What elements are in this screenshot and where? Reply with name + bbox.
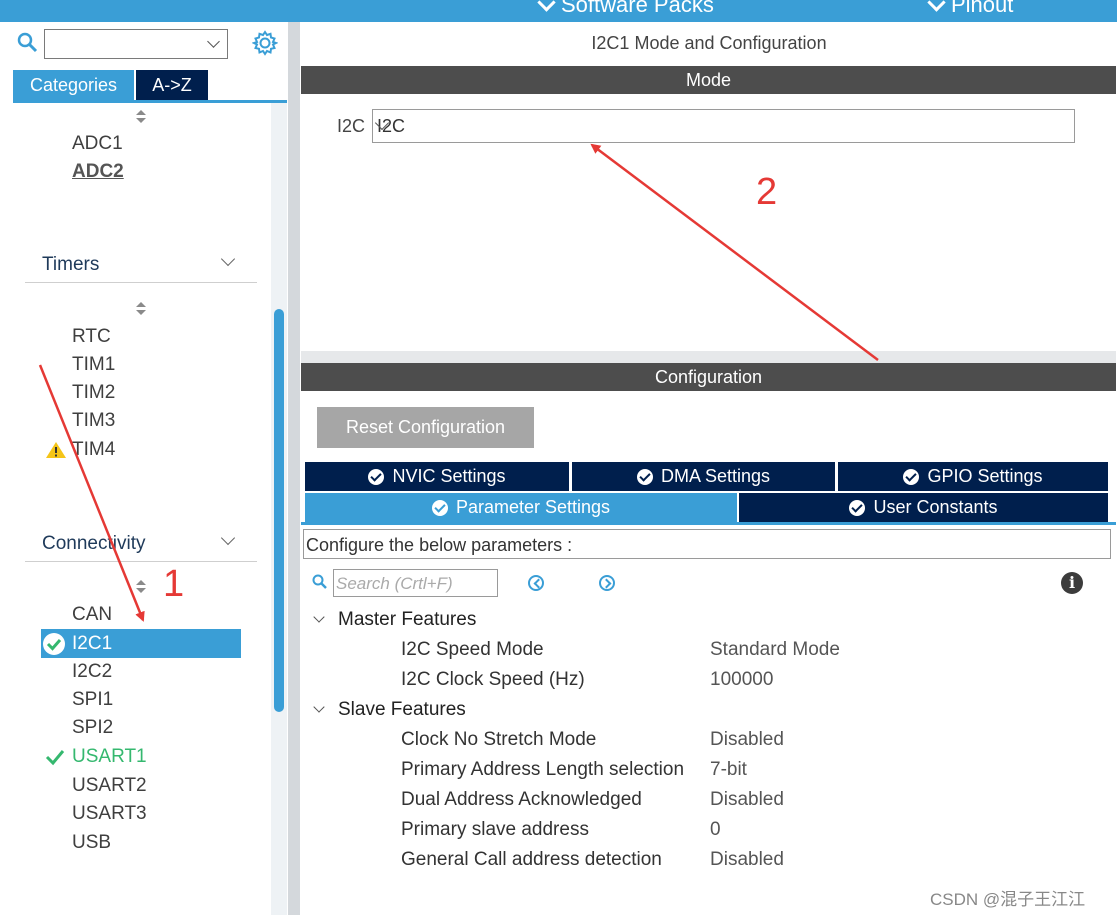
- annotation-number-1: 1: [163, 563, 185, 605]
- list-item-i2c2[interactable]: I2C2: [72, 661, 112, 683]
- tab-user-constants-label: User Constants: [873, 497, 998, 517]
- tab-gpio-settings-label: GPIO Settings: [927, 466, 1043, 486]
- tab-parameter-settings[interactable]: Parameter Settings: [305, 493, 737, 522]
- menu-pinout-label: Pinout: [951, 0, 1014, 17]
- param-name[interactable]: Dual Address Acknowledged: [401, 789, 642, 811]
- list-item-tim3[interactable]: TIM3: [72, 410, 115, 432]
- search-icon[interactable]: [17, 32, 39, 54]
- configure-description: Configure the below parameters :: [303, 529, 1111, 559]
- menu-software-packs-label: Software Packs: [561, 0, 714, 17]
- tab-dma-settings-label: DMA Settings: [660, 466, 771, 486]
- mode-header: Mode: [301, 66, 1116, 94]
- next-arrow-icon[interactable]: [599, 575, 615, 591]
- info-icon[interactable]: i: [1061, 572, 1083, 594]
- configuration-header: Configuration: [301, 363, 1116, 391]
- chevron-down-icon: [207, 35, 220, 48]
- watermark: CSDN @混子王江江: [930, 890, 1086, 909]
- check-circle-icon: [849, 499, 866, 516]
- param-name[interactable]: I2C Speed Mode: [401, 639, 544, 661]
- chevron-down-icon: [927, 0, 946, 12]
- list-item-i2c1-selected[interactable]: [41, 629, 241, 658]
- annotation-arrow-2: [590, 143, 879, 361]
- param-name[interactable]: I2C Clock Speed (Hz): [401, 669, 585, 691]
- tab-a-z[interactable]: A->Z: [136, 70, 208, 100]
- tab-nvic-settings-label: NVIC Settings: [392, 466, 506, 486]
- sort-icon[interactable]: [135, 302, 147, 316]
- list-item-spi2[interactable]: SPI2: [72, 717, 113, 739]
- search-icon[interactable]: [312, 574, 328, 590]
- check-circle-icon: [903, 468, 920, 485]
- list-item-usart2[interactable]: USART2: [72, 775, 147, 797]
- tab-nvic-settings[interactable]: NVIC Settings: [305, 462, 569, 491]
- i2c-mode-label: I2C: [337, 116, 366, 136]
- sort-icon[interactable]: [135, 580, 147, 594]
- panel-splitter[interactable]: [288, 22, 300, 915]
- list-item-rtc[interactable]: RTC: [72, 326, 111, 348]
- menu-software-packs[interactable]: Software Packs: [537, 0, 714, 18]
- group-header-timers[interactable]: Timers: [42, 254, 99, 276]
- check-circle-icon: [636, 468, 653, 485]
- sort-icon[interactable]: [135, 110, 147, 124]
- menu-pinout[interactable]: Pinout: [927, 0, 1014, 18]
- param-value[interactable]: 0: [710, 819, 721, 841]
- warning-icon: [46, 442, 66, 458]
- param-value[interactable]: 7-bit: [710, 759, 747, 781]
- divider: [25, 282, 257, 283]
- param-value[interactable]: Disabled: [710, 789, 784, 811]
- chevron-down-icon: [537, 0, 556, 12]
- list-item-adc1[interactable]: ADC1: [72, 133, 123, 155]
- annotation-number-2: 2: [756, 171, 778, 213]
- tab-parameter-settings-label: Parameter Settings: [455, 497, 611, 517]
- param-value[interactable]: Standard Mode: [710, 639, 840, 661]
- tab-dma-settings[interactable]: DMA Settings: [572, 462, 835, 491]
- panel-divider[interactable]: [301, 351, 1116, 363]
- list-item-usart3[interactable]: USART3: [72, 803, 147, 825]
- param-value[interactable]: Disabled: [710, 729, 784, 751]
- list-item-can[interactable]: CAN: [72, 604, 112, 626]
- check-icon: [45, 750, 65, 766]
- top-menu-bar: Software Packs Pinout: [0, 0, 1117, 22]
- chevron-down-icon[interactable]: [313, 611, 325, 623]
- check-circle-icon: [368, 468, 385, 485]
- list-item-tim1[interactable]: TIM1: [72, 354, 115, 376]
- i2c-mode-select[interactable]: I2C: [372, 109, 1075, 143]
- previous-arrow-icon[interactable]: [528, 575, 544, 591]
- chevron-down-icon[interactable]: [313, 701, 325, 713]
- param-value[interactable]: 100000: [710, 669, 773, 691]
- list-item-tim4[interactable]: TIM4: [72, 439, 115, 461]
- section-master-features[interactable]: Master Features: [338, 609, 476, 631]
- tab-categories[interactable]: Categories: [13, 70, 134, 100]
- param-value[interactable]: Disabled: [710, 849, 784, 871]
- param-name[interactable]: Clock No Stretch Mode: [401, 729, 596, 751]
- search-input[interactable]: [44, 29, 228, 59]
- group-header-connectivity[interactable]: Connectivity: [42, 533, 146, 555]
- parameter-search-input[interactable]: Search (Crtl+F): [333, 569, 498, 597]
- list-item-adc2[interactable]: ADC2: [72, 161, 124, 183]
- tabs-underline: [301, 522, 1116, 525]
- gear-icon[interactable]: [252, 30, 278, 56]
- tab-user-constants[interactable]: User Constants: [739, 493, 1108, 522]
- list-item-tim2[interactable]: TIM2: [72, 382, 115, 404]
- reset-configuration-button[interactable]: Reset Configuration: [317, 407, 534, 448]
- list-item-spi1[interactable]: SPI1: [72, 689, 113, 711]
- param-name[interactable]: Primary Address Length selection: [401, 759, 684, 781]
- page-title: I2C1 Mode and Configuration: [591, 33, 827, 53]
- param-name[interactable]: Primary slave address: [401, 819, 589, 841]
- param-name[interactable]: General Call address detection: [401, 849, 662, 871]
- tabs-underline: [13, 100, 287, 103]
- list-item-usart1[interactable]: USART1: [72, 746, 147, 768]
- divider: [25, 561, 257, 562]
- section-slave-features[interactable]: Slave Features: [338, 699, 466, 721]
- scrollbar-thumb[interactable]: [274, 309, 284, 712]
- tab-gpio-settings[interactable]: GPIO Settings: [838, 462, 1108, 491]
- list-item-usb[interactable]: USB: [72, 832, 111, 854]
- list-item-i2c1[interactable]: I2C1: [72, 633, 112, 655]
- check-circle-icon: [43, 633, 65, 655]
- check-circle-icon: [431, 499, 448, 516]
